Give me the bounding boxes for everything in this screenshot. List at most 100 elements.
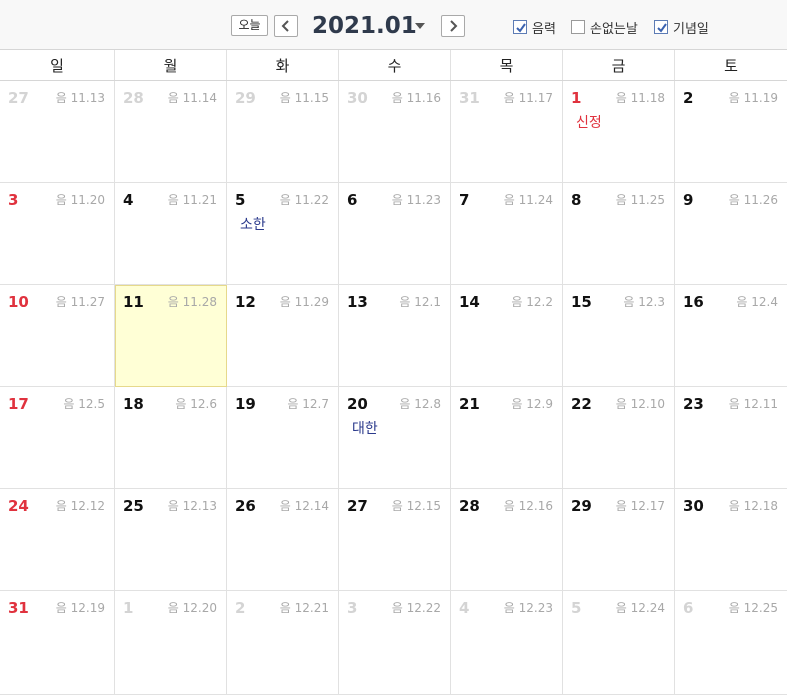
weekday-header: 일월화수목금 토 bbox=[0, 50, 787, 81]
lunar-date: 음 11.25 bbox=[615, 193, 665, 207]
day-cell[interactable]: 6 음 12.25 bbox=[675, 591, 787, 695]
solar-term-label[interactable]: 소한 bbox=[240, 216, 266, 234]
day-number: 2 bbox=[235, 599, 246, 617]
day-cell[interactable]: 4 음 12.23 bbox=[451, 591, 563, 695]
day-cell[interactable]: 17 음 12.5 bbox=[0, 387, 115, 489]
lunar-date: 음 12.21 bbox=[279, 601, 329, 615]
day-number: 29 bbox=[571, 497, 592, 515]
lunar-date: 음 12.22 bbox=[391, 601, 441, 615]
day-number: 20 bbox=[347, 395, 368, 413]
lunar-date: 음 11.17 bbox=[503, 91, 553, 105]
lunar-date: 음 12.14 bbox=[279, 499, 329, 513]
day-cell[interactable]: 4 음 11.21 bbox=[115, 183, 227, 285]
lunar-date: 음 11.15 bbox=[279, 91, 329, 105]
day-number: 2 bbox=[683, 89, 694, 107]
day-number: 1 bbox=[571, 89, 582, 107]
day-number: 5 bbox=[235, 191, 246, 209]
day-cell[interactable]: 10 음 11.27 bbox=[0, 285, 115, 387]
lunar-date: 음 11.24 bbox=[503, 193, 553, 207]
day-number: 13 bbox=[347, 293, 368, 311]
lunar-date: 음 12.4 bbox=[736, 295, 778, 309]
chevron-left-icon bbox=[281, 20, 289, 32]
day-cell[interactable]: 20 음 12.8 대한 bbox=[339, 387, 451, 489]
day-number: 6 bbox=[347, 191, 358, 209]
day-cell[interactable]: 29 음 12.17 bbox=[563, 489, 675, 591]
lunar-date: 음 12.10 bbox=[615, 397, 665, 411]
day-number: 3 bbox=[8, 191, 19, 209]
day-cell[interactable]: 21 음 12.9 bbox=[451, 387, 563, 489]
day-cell[interactable]: 18 음 12.6 bbox=[115, 387, 227, 489]
calendar-toolbar: 오늘 2021.01 음력 손없는날 기념일 bbox=[0, 0, 787, 50]
day-number: 8 bbox=[571, 191, 582, 209]
lunar-date: 음 11.21 bbox=[167, 193, 217, 207]
today-button[interactable]: 오늘 bbox=[231, 15, 268, 36]
day-cell[interactable]: 29 음 11.15 bbox=[227, 81, 339, 183]
day-cell[interactable]: 27 음 11.13 bbox=[0, 81, 115, 183]
day-cell[interactable]: 27 음 12.15 bbox=[339, 489, 451, 591]
lunar-checkbox[interactable] bbox=[513, 20, 527, 34]
lunar-date: 음 11.22 bbox=[279, 193, 329, 207]
day-cell[interactable]: 25 음 12.13 bbox=[115, 489, 227, 591]
lunar-date: 음 11.26 bbox=[728, 193, 778, 207]
day-number: 11 bbox=[123, 293, 144, 311]
day-cell[interactable]: 8 음 11.25 bbox=[563, 183, 675, 285]
day-cell[interactable]: 23 음 12.11 bbox=[675, 387, 787, 489]
day-number: 9 bbox=[683, 191, 694, 209]
day-cell[interactable]: 6 음 11.23 bbox=[339, 183, 451, 285]
caret-down-icon[interactable] bbox=[415, 23, 425, 29]
next-month-button[interactable] bbox=[441, 15, 465, 37]
day-number: 27 bbox=[8, 89, 29, 107]
anniversary-option[interactable]: 기념일 bbox=[654, 18, 709, 37]
day-cell[interactable]: 24 음 12.12 bbox=[0, 489, 115, 591]
lunar-date: 음 12.5 bbox=[63, 397, 105, 411]
holiday-label[interactable]: 신정 bbox=[576, 114, 602, 132]
day-number: 12 bbox=[235, 293, 256, 311]
day-number: 28 bbox=[123, 89, 144, 107]
day-cell[interactable]: 22 음 12.10 bbox=[563, 387, 675, 489]
day-cell[interactable]: 13 음 12.1 bbox=[339, 285, 451, 387]
day-cell[interactable]: 7 음 11.24 bbox=[451, 183, 563, 285]
day-cell[interactable]: 14 음 12.2 bbox=[451, 285, 563, 387]
day-cell[interactable]: 1 음 12.20 bbox=[115, 591, 227, 695]
weekday-label: 일 bbox=[0, 50, 115, 80]
checkmark-icon bbox=[657, 23, 667, 33]
month-title[interactable]: 2021.01 bbox=[312, 11, 417, 41]
day-cell[interactable]: 19 음 12.7 bbox=[227, 387, 339, 489]
day-cell[interactable]: 3 음 12.22 bbox=[339, 591, 451, 695]
day-cell[interactable]: 5 음 11.22 소한 bbox=[227, 183, 339, 285]
lunar-date: 음 12.24 bbox=[615, 601, 665, 615]
day-cell[interactable]: 1 음 11.18 신정 bbox=[563, 81, 675, 183]
day-cell[interactable]: 16 음 12.4 bbox=[675, 285, 787, 387]
lunar-date: 음 12.12 bbox=[55, 499, 105, 513]
day-cell[interactable]: 2 음 12.21 bbox=[227, 591, 339, 695]
day-number: 28 bbox=[459, 497, 480, 515]
day-cell[interactable]: 28 음 11.14 bbox=[115, 81, 227, 183]
lunar-date: 음 12.17 bbox=[615, 499, 665, 513]
lunar-date: 음 12.9 bbox=[511, 397, 553, 411]
free-day-checkbox[interactable] bbox=[571, 20, 585, 34]
weekday-label: 목 bbox=[451, 50, 563, 80]
day-cell[interactable]: 30 음 12.18 bbox=[675, 489, 787, 591]
solar-term-label[interactable]: 대한 bbox=[352, 420, 378, 438]
day-cell[interactable]: 26 음 12.14 bbox=[227, 489, 339, 591]
free-day-option-label: 손없는날 bbox=[590, 21, 638, 37]
day-cell[interactable]: 12 음 11.29 bbox=[227, 285, 339, 387]
day-number: 22 bbox=[571, 395, 592, 413]
day-cell[interactable]: 15 음 12.3 bbox=[563, 285, 675, 387]
day-cell[interactable]: 5 음 12.24 bbox=[563, 591, 675, 695]
prev-month-button[interactable] bbox=[274, 15, 298, 37]
free-day-option[interactable]: 손없는날 bbox=[571, 18, 638, 37]
lunar-option[interactable]: 음력 bbox=[513, 18, 556, 37]
lunar-date: 음 12.1 bbox=[399, 295, 441, 309]
day-cell[interactable]: 30 음 11.16 bbox=[339, 81, 451, 183]
day-cell-today[interactable]: 11 음 11.28 bbox=[115, 285, 227, 387]
day-cell[interactable]: 31 음 11.17 bbox=[451, 81, 563, 183]
day-cell[interactable]: 9 음 11.26 bbox=[675, 183, 787, 285]
day-cell[interactable]: 28 음 12.16 bbox=[451, 489, 563, 591]
day-cell[interactable]: 3 음 11.20 bbox=[0, 183, 115, 285]
day-cell[interactable]: 2 음 11.19 bbox=[675, 81, 787, 183]
lunar-date: 음 12.13 bbox=[167, 499, 217, 513]
day-cell[interactable]: 31 음 12.19 bbox=[0, 591, 115, 695]
anniversary-checkbox[interactable] bbox=[654, 20, 668, 34]
lunar-date: 음 11.16 bbox=[391, 91, 441, 105]
